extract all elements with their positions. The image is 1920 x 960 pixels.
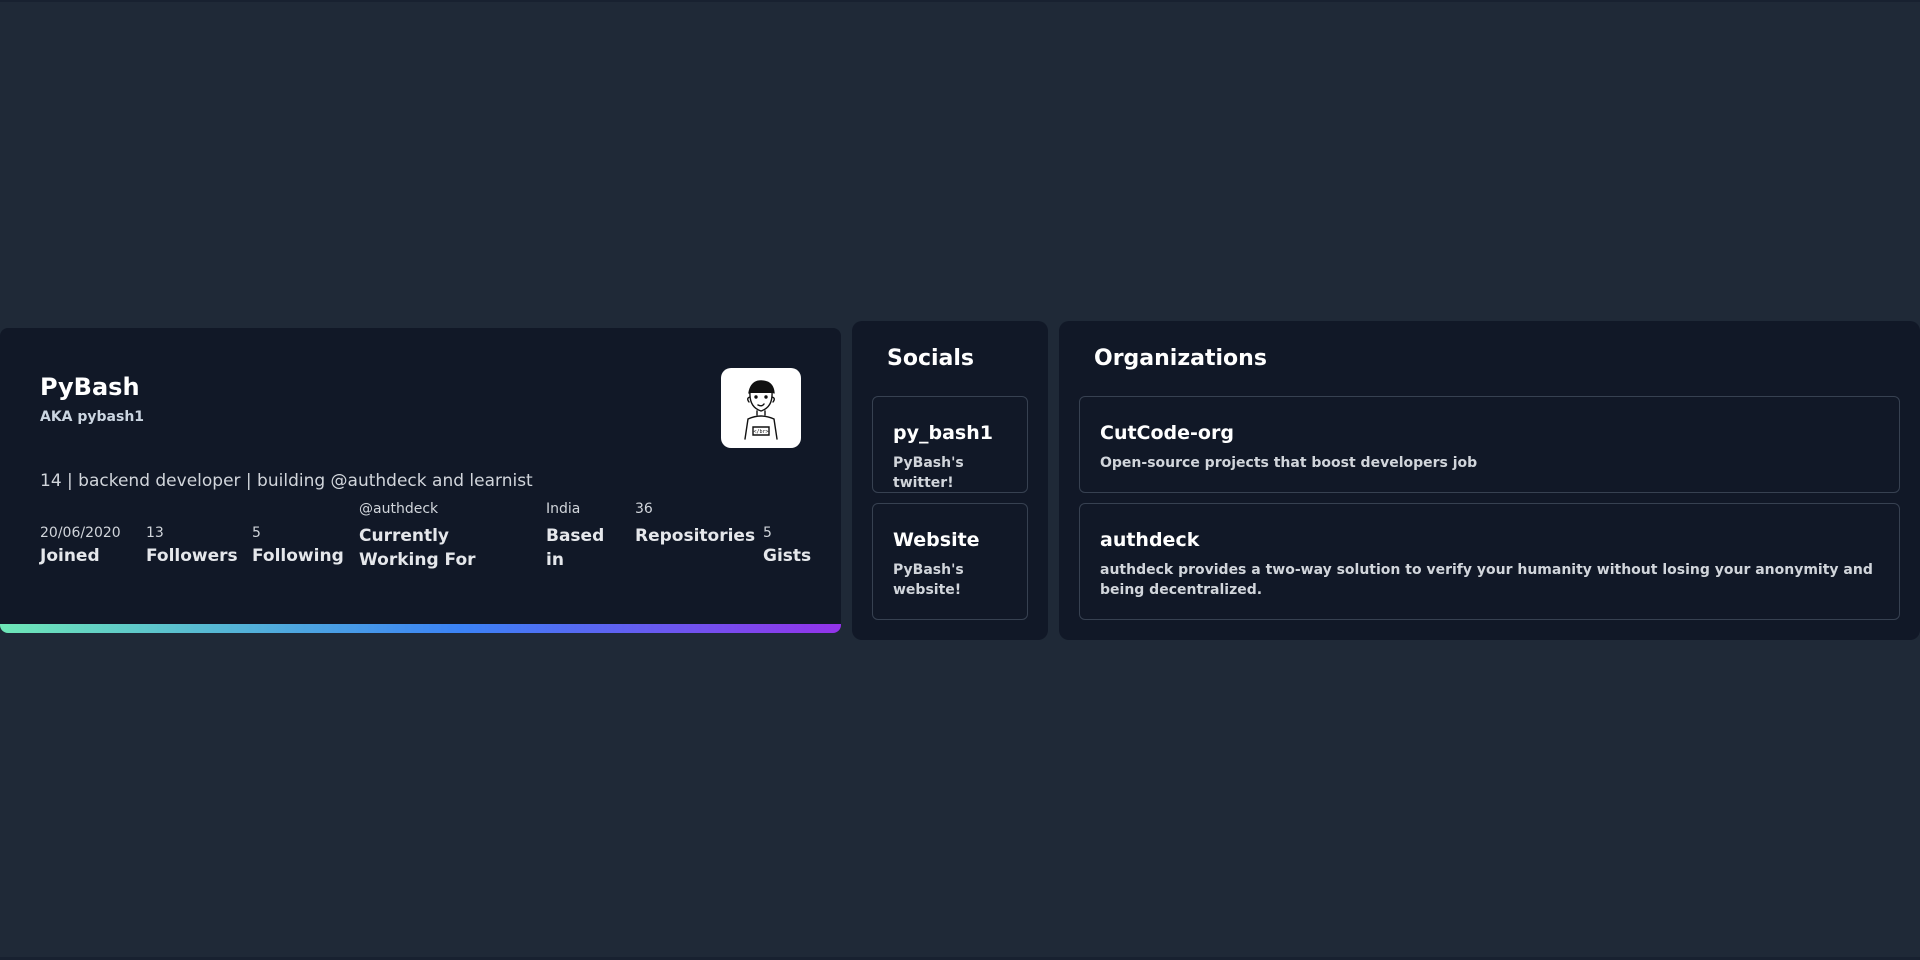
org-card-authdeck[interactable]: authdeck authdeck provides a two-way sol… — [1079, 503, 1900, 620]
socials-title: Socials — [887, 346, 975, 371]
stat-label: Based in — [546, 526, 605, 570]
org-card-cutcode[interactable]: CutCode-org Open-source projects that bo… — [1079, 396, 1900, 493]
social-desc: PyBash's twitter! — [893, 455, 964, 491]
stat-gists: 5 Gists — [763, 524, 823, 568]
socials-panel: Socials py_bash1 PyBash's twitter! Websi… — [852, 321, 1048, 640]
social-link-twitter[interactable]: py_bash1 PyBash's twitter! — [872, 396, 1028, 493]
stat-label: Currently Working For — [359, 526, 476, 570]
profile-aka: AKA pybash1 — [40, 409, 145, 425]
organizations-title: Organizations — [1094, 346, 1267, 371]
cartoon-avatar-icon: </br> — [744, 380, 778, 440]
stat-label: Followers — [146, 546, 238, 566]
stat-value: 20/06/2020 — [40, 525, 121, 541]
profile-bio: 14 | backend developer | building @authd… — [40, 471, 533, 491]
stat-followers: 13 Followers — [146, 524, 238, 568]
stat-value: 13 — [146, 525, 164, 541]
stat-following: 5 Following — [252, 524, 344, 568]
social-title: py_bash1 — [893, 422, 993, 444]
social-title: Website — [893, 529, 980, 551]
profile-card: PyBash AKA pybash1 </br> 14 | backend de… — [0, 328, 841, 633]
stat-repositories: 36 Repositories — [635, 500, 765, 548]
stat-value: India — [546, 501, 581, 517]
social-link-website[interactable]: Website PyBash's website! — [872, 503, 1028, 620]
profile-name: PyBash — [40, 373, 140, 401]
avatar: </br> — [721, 368, 801, 448]
org-desc: authdeck provides a two-way solution to … — [1100, 562, 1873, 598]
org-title: authdeck — [1100, 529, 1200, 551]
stat-label: Repositories — [635, 526, 756, 546]
organizations-panel: Organizations CutCode-org Open-source pr… — [1059, 321, 1920, 640]
stat-value: 5 — [252, 525, 261, 541]
stat-working-for: @authdeck Currently Working For — [359, 500, 519, 572]
stat-label: Following — [252, 546, 344, 566]
stat-based-in: India Based in — [546, 500, 606, 572]
stat-label: Gists — [763, 546, 812, 566]
stat-value: 5 — [763, 525, 772, 541]
top-divider — [0, 0, 1920, 2]
gradient-accent-bar — [0, 624, 841, 633]
stat-label: Joined — [40, 546, 100, 566]
org-title: CutCode-org — [1100, 422, 1234, 444]
svg-text:</br>: </br> — [753, 429, 768, 435]
stat-joined: 20/06/2020 Joined — [40, 524, 140, 568]
org-desc: Open-source projects that boost develope… — [1100, 455, 1478, 471]
stat-value: 36 — [635, 501, 653, 517]
stat-value: @authdeck — [359, 501, 439, 517]
social-desc: PyBash's website! — [893, 562, 964, 598]
